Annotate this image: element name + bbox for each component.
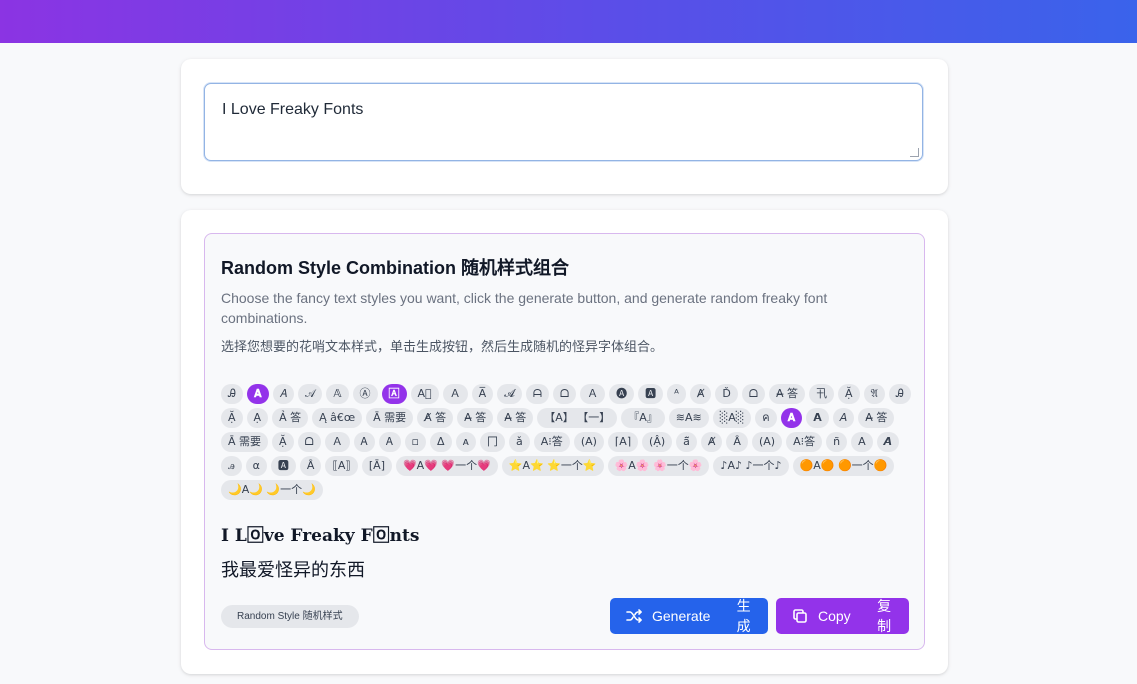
style-chip[interactable]: α bbox=[245, 456, 267, 476]
style-chip[interactable]: Ꭿ bbox=[221, 384, 243, 404]
style-chip[interactable]: Ａ bbox=[442, 384, 468, 404]
style-chip[interactable]: ค bbox=[755, 408, 777, 428]
style-chip[interactable]: ñ bbox=[826, 432, 848, 452]
style-chip[interactable]: ⭐A⭐ ⭐一个⭐ bbox=[501, 456, 604, 476]
style-chip[interactable]: ᗝ bbox=[741, 384, 766, 404]
style-chip[interactable]: A̶ 答 bbox=[858, 408, 895, 428]
style-chip[interactable]: Ȃ bbox=[299, 456, 322, 476]
style-chip[interactable]: A̶ 答 bbox=[457, 408, 494, 428]
style-chip[interactable]: ᗝ bbox=[297, 432, 321, 452]
style-chip[interactable]: Ặ bbox=[272, 432, 294, 452]
style-chip[interactable]: ǎ bbox=[509, 432, 530, 452]
style-chip[interactable]: ꭿ bbox=[221, 456, 242, 476]
style-chip[interactable]: Ą â€œ bbox=[312, 408, 363, 428]
panel-description-zh: 选择您想要的花哨文本样式，单击生成按钮，然后生成随机的怪异字体组合。 bbox=[221, 339, 664, 354]
style-chip[interactable]: A bbox=[851, 432, 873, 452]
style-chip[interactable]: (Ậ) bbox=[642, 432, 673, 452]
style-chip[interactable]: 𝐀 bbox=[246, 384, 269, 404]
style-chip[interactable]: 🅐 bbox=[609, 384, 635, 404]
copy-label: Copy bbox=[818, 608, 851, 624]
style-chip[interactable]: ᗩ bbox=[525, 384, 549, 404]
style-chip[interactable]: Ạ bbox=[246, 408, 269, 428]
resize-grip-icon[interactable] bbox=[910, 148, 919, 157]
style-chip[interactable]: 🅰 bbox=[638, 384, 664, 404]
style-chip[interactable]: 🄰 bbox=[381, 384, 407, 404]
style-chip[interactable]: ā̃ bbox=[676, 432, 697, 452]
header-gradient-bar bbox=[0, 0, 1137, 43]
style-chip[interactable]: 𝔄 bbox=[863, 384, 885, 404]
style-chip[interactable]: 【A】 【一】 bbox=[537, 408, 618, 428]
style-chip[interactable]: Ａ bbox=[324, 432, 350, 452]
style-chip[interactable]: (A) bbox=[573, 432, 604, 452]
style-chip[interactable]: ᗝ bbox=[552, 384, 577, 404]
style-chip[interactable]: Ⓐ bbox=[352, 384, 378, 404]
style-chip[interactable]: 🌙A🌙 🌙一个🌙 bbox=[221, 480, 323, 500]
style-chip[interactable]: 𝘼 bbox=[876, 432, 900, 452]
style-chip[interactable]: 𝘈 bbox=[832, 408, 855, 428]
style-chip[interactable]: 𝔸 bbox=[326, 384, 349, 404]
style-chip[interactable]: A̶ 答 bbox=[497, 408, 534, 428]
style-chip[interactable]: Ꭺ bbox=[353, 432, 376, 452]
style-chip-list: Ꭿ 𝐀 𝐴 𝒜 𝔸 Ⓐ 🄰 A⃞ Ａ A̅ 𝓐 ᗩ ᗝ Ａ 🅐 🅰ᴬ Ⱥ Ď ᗝ A̶ 答卂Ặ𝔄ᎯẶẠẢ 答Ą â€œ… bbox=[221, 384, 917, 500]
copy-label-zh: 复制 bbox=[877, 598, 892, 634]
preview-chinese-text: 我最爱怪异的东西 bbox=[221, 560, 365, 580]
style-card: Random Style Combination 随机样式组合 Choose t… bbox=[181, 210, 948, 674]
style-chip[interactable]: A⁝答 bbox=[533, 432, 570, 452]
shuffle-icon bbox=[625, 607, 643, 625]
style-chip[interactable]: 卂 bbox=[809, 384, 835, 404]
style-chip[interactable]: 𝐀 bbox=[780, 408, 803, 428]
style-chip[interactable]: ░A░ bbox=[712, 408, 752, 428]
style-chip[interactable]: A⃞ bbox=[410, 384, 439, 404]
style-chip[interactable]: [Ā] bbox=[361, 456, 392, 476]
style-chip[interactable]: ♪A♪ ♪一个♪ bbox=[713, 456, 789, 476]
style-chip[interactable]: A̶ 答 bbox=[769, 384, 806, 404]
style-chip[interactable]: 『A』 bbox=[621, 408, 665, 428]
style-chip[interactable]: Ａ bbox=[580, 384, 606, 404]
style-chip[interactable]: ᴬ bbox=[667, 384, 686, 404]
generate-button[interactable]: Generate 生成 bbox=[610, 598, 768, 634]
style-chip[interactable]: 𝒜 bbox=[297, 384, 323, 404]
style-chip[interactable]: Ꭺ bbox=[379, 432, 401, 452]
generate-label: Generate bbox=[652, 608, 711, 624]
random-style-tag: Random Style 随机样式 bbox=[221, 605, 359, 628]
style-chip[interactable]: 🌸A🌸 🌸一个🌸 bbox=[607, 456, 710, 476]
generate-label-zh: 生成 bbox=[736, 598, 751, 634]
style-chip[interactable]: Ⱥ bbox=[689, 384, 712, 404]
style-chip[interactable]: A̅ bbox=[471, 384, 494, 404]
style-chip[interactable]: ⟦A⟧ bbox=[325, 456, 358, 476]
copy-icon bbox=[791, 607, 809, 625]
style-chip[interactable]: 𝐴 bbox=[272, 384, 294, 404]
copy-button[interactable]: Copy 复制 bbox=[776, 598, 909, 634]
panel-description-en: Choose the fancy text styles you want, c… bbox=[221, 290, 828, 326]
style-chip[interactable]: ▫ bbox=[404, 432, 426, 452]
style-chip[interactable]: Ⱥ bbox=[700, 432, 723, 452]
style-chip[interactable]: A̸ 答 bbox=[417, 408, 454, 428]
style-chip[interactable]: 𝗔 bbox=[806, 408, 829, 428]
text-input-value: I Love Freaky Fonts bbox=[222, 101, 364, 118]
style-chip[interactable]: 🟠A🟠 🟠一个🟠 bbox=[792, 456, 895, 476]
style-chip[interactable]: 💗A💗 💗一个💗 bbox=[395, 456, 498, 476]
style-chip[interactable]: A⁝答 bbox=[786, 432, 823, 452]
style-chip[interactable]: Δ bbox=[429, 432, 452, 452]
style-chip[interactable]: ᴀ bbox=[455, 432, 477, 452]
style-chip[interactable]: Ặ bbox=[838, 384, 860, 404]
text-input[interactable]: I Love Freaky Fonts bbox=[204, 83, 923, 161]
style-chip[interactable]: 🅰 bbox=[270, 456, 296, 476]
style-chip[interactable]: Ꭿ bbox=[888, 384, 911, 404]
style-chip[interactable]: (A) bbox=[751, 432, 783, 452]
style-chip[interactable]: Ď bbox=[715, 384, 738, 404]
style-chip[interactable]: ⌈A⌉ bbox=[607, 432, 639, 452]
preview-styled-text: I L🄾ve Freaky F🄾nts bbox=[221, 526, 420, 546]
style-chip[interactable]: Ả 答 bbox=[272, 408, 309, 428]
style-chip[interactable]: 冂 bbox=[480, 432, 506, 452]
style-chip[interactable]: Ā 需要 bbox=[366, 408, 414, 428]
random-style-panel: Random Style Combination 随机样式组合 Choose t… bbox=[204, 233, 925, 650]
style-chip[interactable]: Ȃ bbox=[726, 432, 748, 452]
style-chip[interactable]: Ā 需要 bbox=[221, 432, 269, 452]
input-card: I Love Freaky Fonts bbox=[181, 59, 948, 194]
style-chip[interactable]: Ặ bbox=[221, 408, 243, 428]
style-chip[interactable]: 𝓐 bbox=[497, 384, 522, 404]
style-chip[interactable]: ≋A≋ bbox=[668, 408, 709, 428]
panel-title: Random Style Combination 随机样式组合 bbox=[221, 258, 570, 278]
